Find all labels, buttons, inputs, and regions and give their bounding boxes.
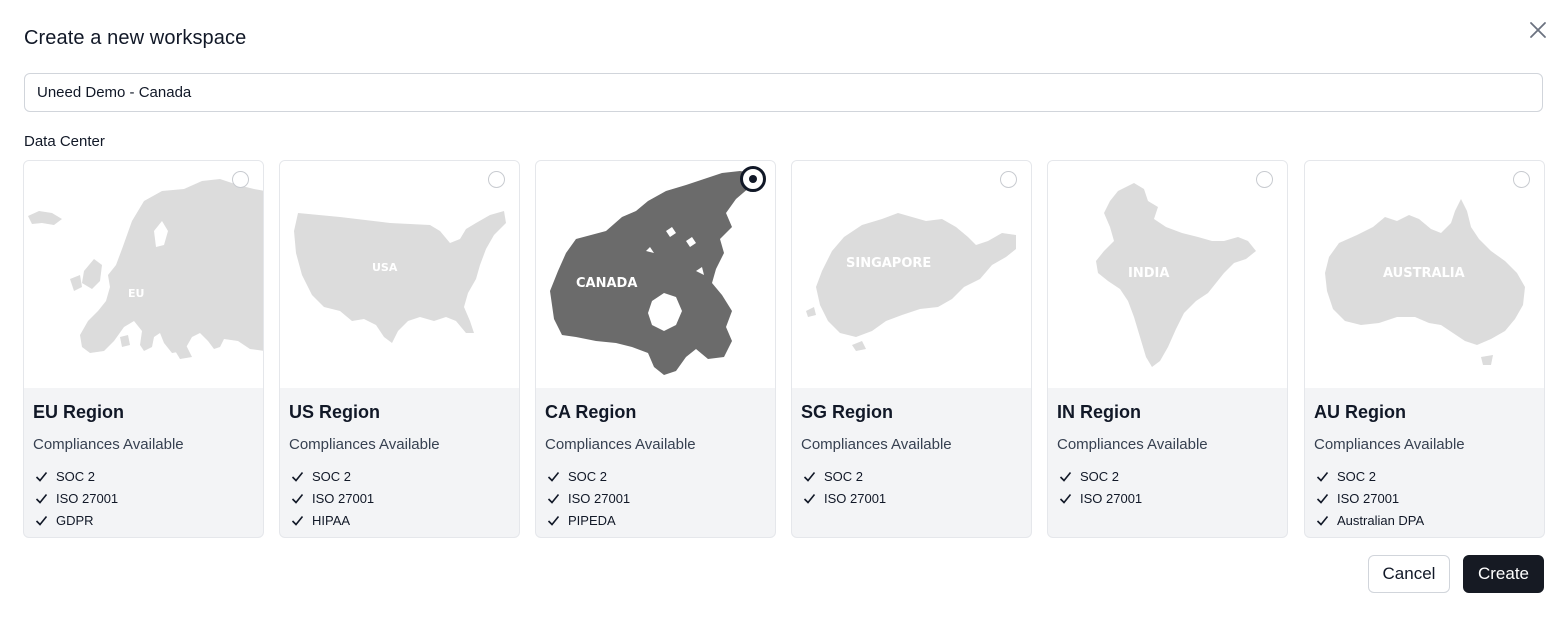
- region-card-ca[interactable]: CANADA CA Region Compliances Available S…: [535, 160, 776, 538]
- create-workspace-dialog: Create a new workspace Data Center EU: [0, 0, 1568, 618]
- region-card-eu[interactable]: EU EU Region Compliances Available SOC 2…: [23, 160, 264, 538]
- compliances-label: Compliances Available: [1314, 436, 1465, 453]
- compliance-list: SOC 2 ISO 27001 HIPAA: [291, 465, 374, 531]
- compliances-label: Compliances Available: [289, 436, 440, 453]
- compliance-list: SOC 2 ISO 27001: [1059, 465, 1142, 509]
- compliances-label: Compliances Available: [545, 436, 696, 453]
- dialog-title: Create a new workspace: [24, 27, 247, 49]
- region-name: AU Region: [1314, 402, 1406, 422]
- check-icon: [291, 514, 304, 527]
- region-radio-in[interactable]: [1256, 171, 1273, 188]
- region-card-list: EU EU Region Compliances Available SOC 2…: [23, 160, 1545, 538]
- compliance-item: ISO 27001: [1059, 487, 1142, 509]
- region-name: EU Region: [33, 402, 125, 422]
- compliance-item: SOC 2: [35, 465, 118, 487]
- compliance-item: SOC 2: [291, 465, 374, 487]
- compliance-item: SOC 2: [547, 465, 630, 487]
- compliance-item: ISO 27001: [1316, 487, 1424, 509]
- compliances-label: Compliances Available: [1057, 436, 1208, 453]
- map-label-singapore: SINGAPORE: [846, 256, 931, 271]
- region-name: CA Region: [545, 402, 637, 422]
- region-radio-eu[interactable]: [232, 171, 249, 188]
- map-label-india: INDIA: [1128, 266, 1169, 281]
- region-card-in[interactable]: INDIA IN Region Compliances Available SO…: [1047, 160, 1288, 538]
- check-icon: [1059, 470, 1072, 483]
- compliance-item: GDPR: [35, 509, 118, 531]
- compliances-label: Compliances Available: [33, 436, 184, 453]
- region-radio-ca[interactable]: [740, 166, 766, 192]
- region-name: US Region: [289, 402, 381, 422]
- region-radio-au[interactable]: [1513, 171, 1530, 188]
- check-icon: [1059, 492, 1072, 505]
- check-icon: [547, 492, 560, 505]
- check-icon: [35, 492, 48, 505]
- check-icon: [35, 514, 48, 527]
- compliance-list: SOC 2 ISO 27001: [803, 465, 886, 509]
- check-icon: [1316, 470, 1329, 483]
- singapore-map-image: SINGAPORE: [806, 213, 1016, 351]
- check-icon: [291, 492, 304, 505]
- region-name: SG Region: [801, 402, 894, 422]
- compliance-item: SOC 2: [803, 465, 886, 487]
- check-icon: [291, 470, 304, 483]
- region-map: CANADA: [536, 161, 775, 388]
- india-map-image: INDIA: [1096, 183, 1256, 367]
- canada-map-image: CANADA: [550, 171, 754, 375]
- compliance-item: ISO 27001: [803, 487, 886, 509]
- region-radio-sg[interactable]: [1000, 171, 1017, 188]
- usa-map-image: USA: [294, 211, 506, 343]
- region-map: EU: [24, 161, 263, 388]
- map-label-eu: EU: [128, 287, 144, 300]
- map-label-canada: CANADA: [576, 276, 637, 291]
- region-name: IN Region: [1057, 402, 1141, 422]
- map-label-australia: AUSTRALIA: [1383, 266, 1465, 281]
- data-center-label: Data Center: [24, 133, 105, 150]
- check-icon: [35, 470, 48, 483]
- close-icon: [1530, 22, 1546, 38]
- check-icon: [803, 492, 816, 505]
- map-label-usa: USA: [372, 261, 398, 274]
- compliance-list: SOC 2 ISO 27001 Australian DPA: [1316, 465, 1424, 531]
- cancel-button[interactable]: Cancel: [1368, 555, 1450, 593]
- region-card-au[interactable]: AUSTRALIA AU Region Compliances Availabl…: [1304, 160, 1545, 538]
- australia-map-image: AUSTRALIA: [1325, 199, 1525, 365]
- compliance-item: ISO 27001: [35, 487, 118, 509]
- close-button[interactable]: [1527, 19, 1549, 41]
- region-map: INDIA: [1048, 161, 1287, 388]
- region-card-sg[interactable]: SINGAPORE SG Region Compliances Availabl…: [791, 160, 1032, 538]
- eu-map-image: EU: [28, 179, 263, 359]
- compliances-label: Compliances Available: [801, 436, 952, 453]
- workspace-name-input[interactable]: [24, 73, 1543, 112]
- check-icon: [547, 470, 560, 483]
- check-icon: [803, 470, 816, 483]
- region-radio-us[interactable]: [488, 171, 505, 188]
- compliance-list: SOC 2 ISO 27001 PIPEDA: [547, 465, 630, 531]
- check-icon: [547, 514, 560, 527]
- compliance-item: ISO 27001: [291, 487, 374, 509]
- check-icon: [1316, 492, 1329, 505]
- compliance-list: SOC 2 ISO 27001 GDPR: [35, 465, 118, 531]
- compliance-item: Australian DPA: [1316, 509, 1424, 531]
- compliance-item: ISO 27001: [547, 487, 630, 509]
- compliance-item: PIPEDA: [547, 509, 630, 531]
- compliance-item: HIPAA: [291, 509, 374, 531]
- compliance-item: SOC 2: [1316, 465, 1424, 487]
- region-map: USA: [280, 161, 519, 388]
- compliance-item: SOC 2: [1059, 465, 1142, 487]
- check-icon: [1316, 514, 1329, 527]
- create-button[interactable]: Create: [1463, 555, 1544, 593]
- region-map: AUSTRALIA: [1305, 161, 1544, 388]
- region-card-us[interactable]: USA US Region Compliances Available SOC …: [279, 160, 520, 538]
- region-map: SINGAPORE: [792, 161, 1031, 388]
